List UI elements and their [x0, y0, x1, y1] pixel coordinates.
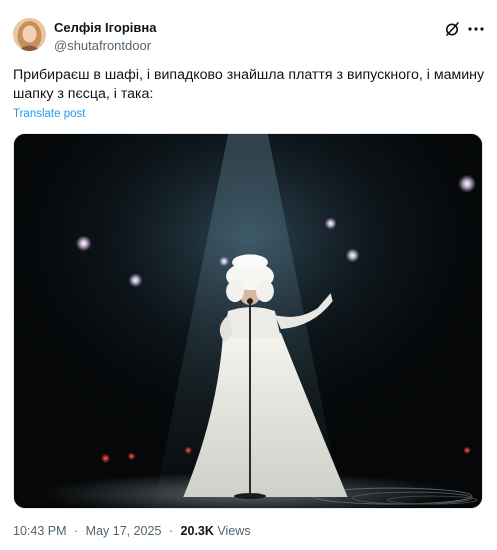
- grok-icon[interactable]: [444, 21, 460, 37]
- more-horizontal-icon[interactable]: [467, 21, 485, 37]
- tweet-time[interactable]: 10:43 PM: [13, 524, 67, 538]
- tweet-text: Прибираєш в шафі, і випадково знайшла пл…: [13, 67, 485, 102]
- avatar[interactable]: [13, 18, 46, 51]
- tweet-media-image[interactable]: [13, 133, 483, 509]
- avatar-image: [13, 18, 46, 51]
- author-display-name[interactable]: Селфія Ігорівна: [54, 20, 156, 35]
- tweet-date[interactable]: May 17, 2025: [86, 524, 162, 538]
- author-handle[interactable]: @shutafrontdoor: [54, 38, 151, 53]
- tweet-meta: 10:43 PM · May 17, 2025 · 20.3K Views: [13, 524, 251, 538]
- meta-separator: ·: [168, 524, 174, 538]
- views-count[interactable]: 20.3K: [181, 524, 214, 538]
- views-label: Views: [217, 524, 251, 538]
- tweet: Селфія Ігорівна @shutafrontdoor Прибирає…: [0, 0, 497, 550]
- translate-post-link[interactable]: Translate post: [13, 108, 85, 120]
- meta-separator: ·: [74, 524, 79, 538]
- stage-performance-image: [14, 134, 482, 508]
